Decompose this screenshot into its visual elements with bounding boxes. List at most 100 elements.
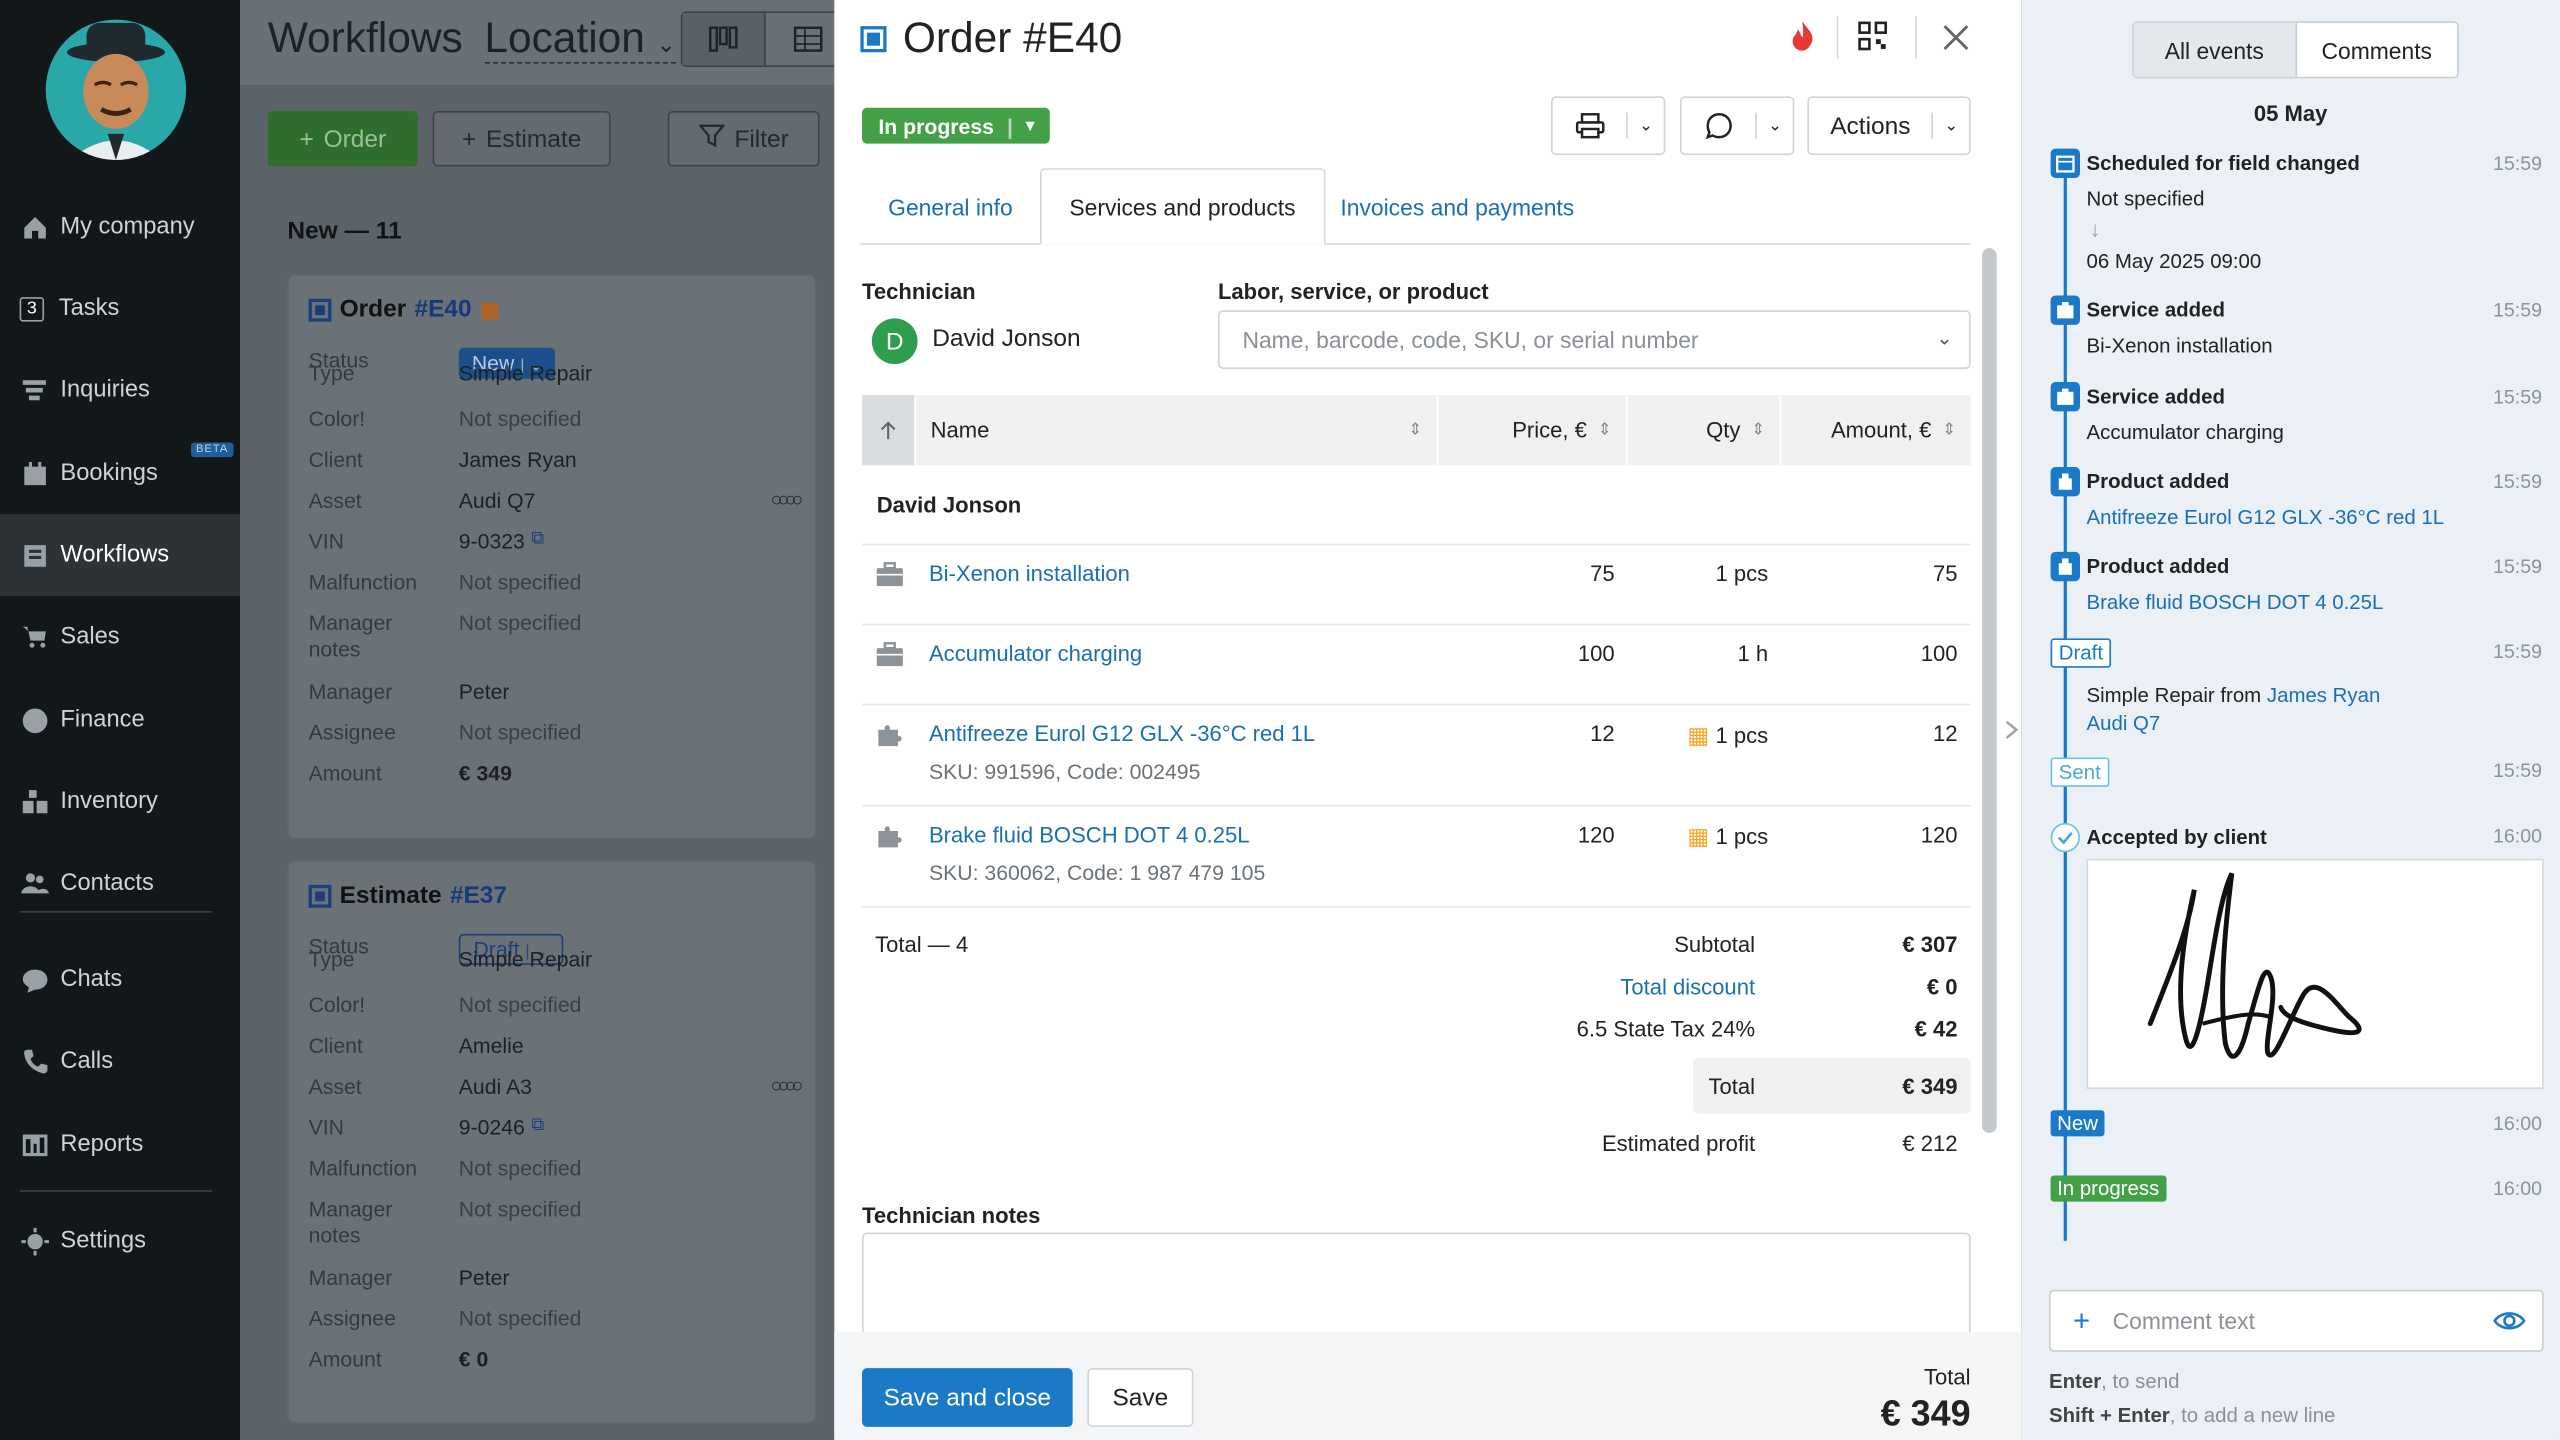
col-price[interactable]: Price, € ⇕ <box>1438 395 1628 466</box>
sidebar-item-inventory[interactable]: Inventory <box>0 761 240 843</box>
print-button[interactable]: ⌄ <box>1551 96 1666 156</box>
copy-icon[interactable]: ⧉ <box>531 529 544 553</box>
stock-boxes-icon: ▦ <box>1687 822 1709 849</box>
hot-flame-icon[interactable] <box>1788 20 1817 61</box>
new-order-button[interactable]: + Order <box>267 111 418 167</box>
status-dropdown[interactable]: In progress | ▾ <box>862 107 1051 144</box>
product-search-input[interactable]: Name, barcode, code, SKU, or serial numb… <box>1217 310 1971 369</box>
total-discount-link[interactable]: Total discount <box>1520 975 1755 999</box>
item-name-link[interactable]: Antifreeze Eurol G12 GLX -36°C red 1L <box>929 722 1315 746</box>
qr-code-icon[interactable] <box>1858 21 1888 59</box>
audi-logo-icon: ○○○○ <box>770 1074 804 1098</box>
check-icon <box>2050 822 2080 853</box>
user-avatar[interactable] <box>45 19 187 160</box>
sidebar-item-reports[interactable]: Reports <box>0 1104 240 1186</box>
chevron-right-icon[interactable] <box>2003 718 2019 741</box>
tab-all-events[interactable]: All events <box>2133 22 2297 77</box>
plus-icon[interactable]: + <box>2051 1304 2113 1338</box>
field-label: Asset <box>308 488 362 513</box>
table-row[interactable]: Brake fluid BOSCH DOT 4 0.25L SKU: 360062… <box>862 807 1971 908</box>
table-row[interactable]: Bi-Xenon installation 75 1 pcs 75 <box>862 545 1971 626</box>
card-field-row: Asset Audi Q7 ○○○○ <box>308 488 804 513</box>
item-amount: 120 <box>1920 822 1958 848</box>
card-field-row: Assignee Not specified <box>309 720 799 744</box>
technician-name[interactable]: David Jonson <box>932 325 1080 353</box>
item-qty: 1 pcs <box>1715 561 1769 587</box>
phone-icon <box>20 1047 49 1076</box>
col-amount[interactable]: Amount, € ⇕ <box>1781 395 1970 465</box>
kanban-card-estimate[interactable]: Estimate #E37 Status Draft | ⌄ Type Simple R… <box>287 860 817 1424</box>
event-time: 16:00 <box>2493 1111 2543 1135</box>
tab-services-and-products[interactable]: Services and products <box>1039 168 1325 245</box>
event-product-link[interactable]: Brake fluid BOSCH DOT 4 0.25L <box>2087 591 2384 614</box>
gear-icon <box>20 1226 49 1255</box>
location-selector[interactable]: Location ⌄ <box>484 13 676 64</box>
card-field-row: VIN 9-0246 ⧉ <box>309 1115 799 1139</box>
boxes-icon: ▦ <box>479 296 500 321</box>
sidebar-item-my-company[interactable]: My company <box>0 186 240 268</box>
funnel-icon <box>20 376 49 405</box>
kanban-view-icon[interactable] <box>682 13 766 66</box>
tab-invoices-and-payments[interactable]: Invoices and payments <box>1313 168 1602 245</box>
card-field-row: Malfunction Not specified <box>309 1156 799 1180</box>
tab-comments[interactable]: Comments <box>2296 23 2457 77</box>
sidebar-item-workflows[interactable]: Workflows <box>0 514 240 596</box>
card-title[interactable]: Order #E40 ▦ <box>308 296 500 323</box>
sidebar-item-settings[interactable]: Settings <box>0 1200 240 1282</box>
sidebar-item-chats[interactable]: Chats <box>0 939 240 1021</box>
plus-icon: + <box>461 124 477 153</box>
sidebar-item-calls[interactable]: Calls <box>0 1020 240 1102</box>
copy-icon[interactable]: ⧉ <box>531 1115 544 1139</box>
field-value: Peter <box>458 679 510 704</box>
tab-general-info[interactable]: General info <box>860 168 1040 245</box>
events-date: 05 May <box>2253 101 2328 126</box>
table-row[interactable]: Accumulator charging 100 1 h 100 <box>862 625 1971 706</box>
sidebar-item-label: Finance <box>60 706 145 734</box>
save-button[interactable]: Save <box>1087 1368 1194 1427</box>
view-toggle[interactable] <box>680 11 851 67</box>
status-chip-sent: Sent <box>2050 757 2109 787</box>
event-text: Simple Repair from James Ryan <box>2086 684 2381 707</box>
event-time: 15:59 <box>2493 151 2543 175</box>
event-product-link[interactable]: Antifreeze Eurol G12 GLX -36°C red 1L <box>2087 506 2445 529</box>
field-label: Asset <box>308 1074 362 1099</box>
item-name-link[interactable]: Brake fluid BOSCH DOT 4 0.25L <box>929 823 1250 847</box>
col-name[interactable]: Name ⇕ <box>916 395 1439 466</box>
item-price: 12 <box>1590 721 1615 747</box>
asset-link[interactable]: Audi Q7 <box>2087 712 2161 735</box>
card-title[interactable]: Estimate #E37 <box>308 882 507 909</box>
field-value: Audi Q7 <box>458 488 536 513</box>
item-name-link[interactable]: Bi-Xenon installation <box>929 562 1130 586</box>
technician-notes-label: Technician notes <box>862 1203 1041 1228</box>
message-button[interactable]: ⌄ <box>1679 96 1795 156</box>
client-link[interactable]: James Ryan <box>2267 684 2380 707</box>
comment-input[interactable]: + Comment text <box>2048 1289 2544 1352</box>
kanban-card-order[interactable]: Order #E40 ▦ Status New | ⌄ Type Simple Repai… <box>287 274 817 840</box>
sidebar-item-sales[interactable]: Sales <box>0 596 240 678</box>
table-row[interactable]: Antifreeze Eurol G12 GLX -36°C red 1L SKU… <box>862 705 1971 807</box>
filter-button[interactable]: Filter <box>667 111 820 167</box>
sidebar-item-finance[interactable]: Finance <box>0 679 240 761</box>
close-icon[interactable] <box>1941 23 1970 61</box>
item-qty: 1 h <box>1737 641 1769 667</box>
sort-arrow-icon[interactable] <box>862 395 916 466</box>
col-qty[interactable]: Qty ⇕ <box>1628 395 1782 466</box>
item-name-link[interactable]: Accumulator charging <box>929 642 1142 666</box>
sidebar-item-tasks[interactable]: 3 Tasks <box>0 268 240 350</box>
modal-scrollbar[interactable] <box>1982 248 1997 1134</box>
save-and-close-button[interactable]: Save and close <box>862 1368 1073 1427</box>
sidebar-item-label: Contacts <box>60 870 154 897</box>
field-label: Malfunction <box>308 569 418 595</box>
chat-icon <box>20 965 49 994</box>
technician-notes-input[interactable] <box>862 1232 1971 1347</box>
profit-value: € 212 <box>1902 1131 1958 1156</box>
field-label: Client <box>308 447 363 472</box>
subtotal-value: € 307 <box>1902 932 1958 957</box>
chevron-down-icon: ⌄ <box>1768 116 1782 135</box>
sidebar-item-inquiries[interactable]: Inquiries <box>0 349 240 431</box>
item-amount: 75 <box>1933 561 1958 587</box>
actions-button[interactable]: Actions ⌄ <box>1807 96 1971 156</box>
eye-icon[interactable] <box>2493 1306 2526 1340</box>
field-label: Type <box>308 360 355 386</box>
new-estimate-button[interactable]: + Estimate <box>432 111 611 167</box>
